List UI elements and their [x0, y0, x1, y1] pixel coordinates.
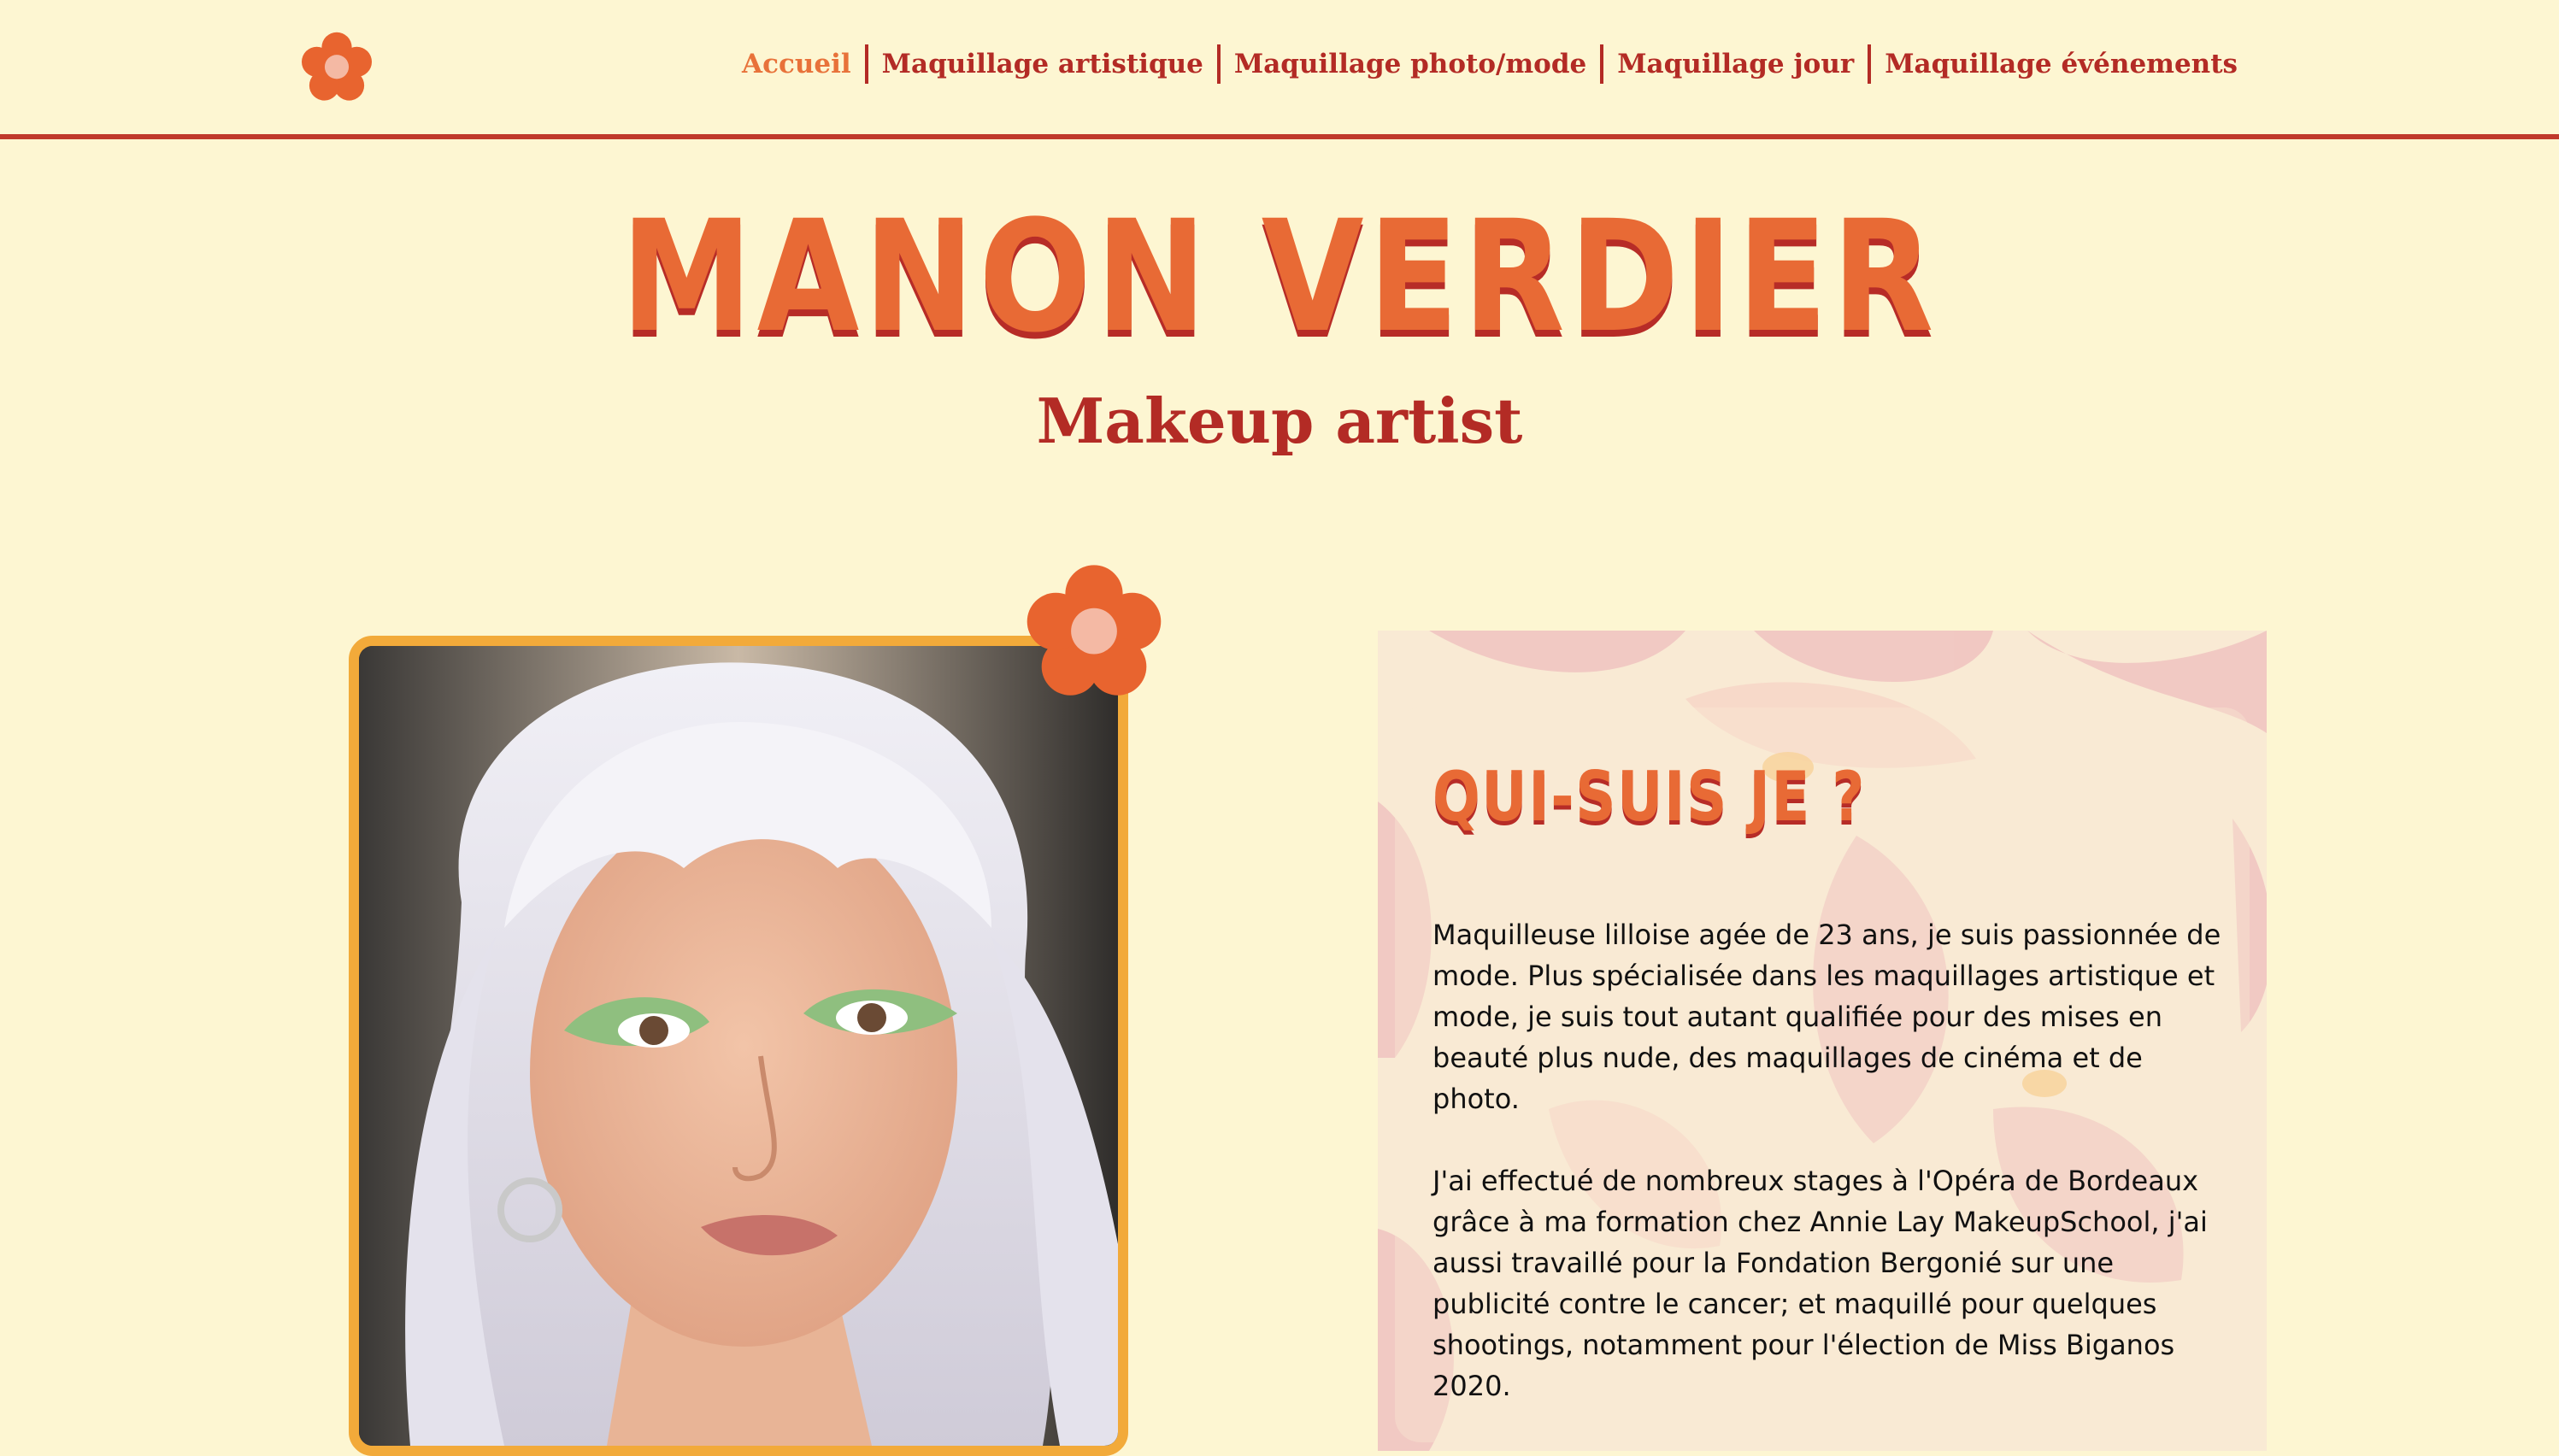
about-paragraph-1: Maquilleuse lilloise agée de 23 ans, je …	[1432, 919, 2221, 1115]
portrait-image	[359, 646, 1118, 1446]
page-subtitle: Makeup artist	[1036, 385, 1523, 457]
nav-item-maquillage-evenements[interactable]: Maquillage événements	[1871, 49, 2251, 79]
page-title: MANON VERDIER	[621, 188, 1938, 367]
about-section: QUI-SUIS JE ? Maquilleuse lilloise agée …	[1378, 631, 2267, 1451]
decorative-flower-icon	[1027, 565, 1162, 696]
about-text: Maquilleuse lilloise agée de 23 ans, je …	[1432, 914, 2236, 1447]
nav-item-maquillage-photo-mode[interactable]: Maquillage photo/mode	[1221, 49, 1600, 79]
flower-logo-icon[interactable]	[299, 31, 374, 106]
about-paragraph-2: J'ai effectué de nombreux stages à l'Opé…	[1432, 1165, 2208, 1402]
nav-item-maquillage-jour[interactable]: Maquillage jour	[1603, 49, 1868, 79]
site-header: Accueil Maquillage artistique Maquillage…	[0, 0, 2559, 139]
nav-item-accueil[interactable]: Accueil	[728, 49, 865, 79]
about-heading: QUI-SUIS JE ?	[1432, 757, 1867, 837]
portrait-photo	[349, 636, 1128, 1456]
nav-item-maquillage-artistique[interactable]: Maquillage artistique	[868, 49, 1217, 79]
main-nav: Accueil Maquillage artistique Maquillage…	[728, 44, 2251, 84]
